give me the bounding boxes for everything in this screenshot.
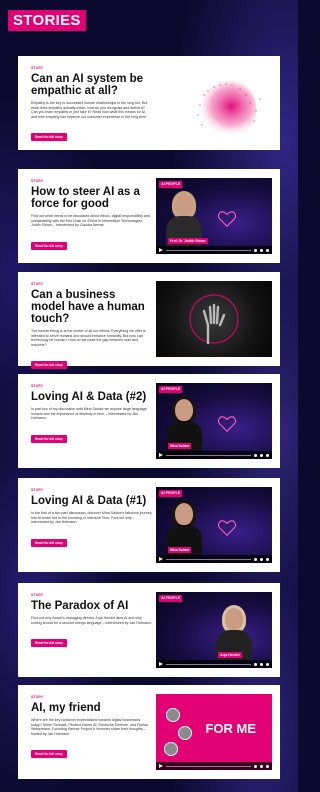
settings-icon[interactable]: [260, 764, 263, 768]
story-title[interactable]: Can an AI system be empathic at all?: [31, 73, 152, 97]
video-controls[interactable]: [156, 246, 272, 254]
story-card[interactable]: STORY Can an AI system be empathic at al…: [18, 56, 280, 150]
ai-people-badge: AI PEOPLE: [159, 595, 183, 602]
story-card[interactable]: STORY Loving AI & Data (#1) In the first…: [18, 478, 280, 572]
read-story-button[interactable]: Read the full story: [31, 241, 67, 250]
story-title[interactable]: Loving AI & Data (#2): [31, 391, 152, 403]
video-controls[interactable]: [156, 555, 272, 563]
play-icon[interactable]: [159, 248, 163, 252]
story-description: Find out why Bosch's managing director A…: [31, 616, 152, 625]
story-kicker: STORY: [31, 179, 44, 183]
story-kicker: STORY: [31, 593, 44, 597]
story-description: In the first of a two-part discussion, d…: [31, 511, 152, 525]
video-player[interactable]: AI PEOPLE Prof. Dr. Judith Simon: [156, 178, 272, 254]
read-story-button[interactable]: Read the full story: [31, 750, 67, 759]
video-controls[interactable]: [156, 451, 272, 459]
settings-icon[interactable]: [260, 453, 263, 457]
heart-icon: [218, 211, 236, 227]
volume-icon[interactable]: [254, 557, 257, 561]
read-story-button[interactable]: Read the full story: [31, 434, 67, 443]
video-player[interactable]: AI PEOPLE Mina Saidze: [156, 487, 272, 563]
play-icon[interactable]: [159, 453, 163, 457]
speaker-name-tag: Prof. Dr. Judith Simon: [168, 238, 208, 244]
story-kicker: STORY: [31, 384, 44, 388]
ai-people-badge: AI PEOPLE: [159, 490, 183, 497]
story-description: In part two of my discussion with Mina S…: [31, 407, 147, 421]
fullscreen-icon[interactable]: [266, 764, 269, 768]
progress-track[interactable]: [166, 249, 251, 251]
read-story-button[interactable]: Read the full story: [31, 639, 67, 648]
volume-icon[interactable]: [254, 248, 257, 252]
fullscreen-icon[interactable]: [266, 557, 269, 561]
video-title: FOR ME: [205, 721, 256, 736]
story-text: STORY How to steer AI as a force for goo…: [18, 169, 158, 263]
ai-people-badge: AI PEOPLE: [159, 181, 183, 188]
story-kicker: STORY: [31, 695, 44, 699]
video-player[interactable]: AI PEOPLE Mina Saidze: [156, 383, 272, 459]
story-title[interactable]: How to steer AI as a force for good: [31, 186, 152, 210]
story-kicker: STORY: [31, 66, 44, 70]
story-image[interactable]: [156, 281, 272, 357]
particle-face-icon: [193, 80, 261, 138]
video-controls[interactable]: [156, 762, 272, 770]
story-title[interactable]: AI, my friend: [31, 702, 152, 714]
story-text: STORY AI, my friend Where are the key cu…: [18, 685, 158, 779]
story-text: STORY Loving AI & Data (#2) In part two …: [18, 374, 158, 468]
story-image[interactable]: [156, 65, 272, 141]
read-story-button[interactable]: Read the full story: [31, 538, 67, 547]
hand-circle-icon: [189, 294, 239, 345]
story-text: STORY Loving AI & Data (#1) In the first…: [18, 478, 158, 572]
volume-icon[interactable]: [254, 453, 257, 457]
story-title[interactable]: The Paradox of AI: [31, 600, 152, 612]
play-icon[interactable]: [159, 662, 163, 666]
progress-track[interactable]: [166, 558, 251, 560]
story-text: STORY The Paradox of AI Find out why Bos…: [18, 583, 158, 677]
video-player[interactable]: AI PEOPLE Anja Hendel: [156, 592, 272, 668]
volume-icon[interactable]: [254, 764, 257, 768]
play-icon[interactable]: [159, 764, 163, 768]
video-controls[interactable]: [156, 660, 272, 668]
progress-track[interactable]: [166, 454, 251, 456]
ai-people-badge: AI PEOPLE: [159, 386, 183, 393]
heart-icon: [218, 416, 236, 432]
heart-icon: [218, 520, 236, 536]
speaker-name-tag: Mina Saidze: [168, 443, 192, 449]
speaker-name-tag: Mina Saidze: [168, 547, 192, 553]
fullscreen-icon[interactable]: [266, 453, 269, 457]
settings-icon[interactable]: [260, 662, 263, 666]
fullscreen-icon[interactable]: [266, 662, 269, 666]
settings-icon[interactable]: [260, 557, 263, 561]
progress-track[interactable]: [166, 663, 251, 665]
story-kicker: STORY: [31, 282, 44, 286]
page-title: STORIES: [8, 10, 86, 31]
guest-avatar: [178, 726, 192, 740]
settings-icon[interactable]: [260, 248, 263, 252]
volume-icon[interactable]: [254, 662, 257, 666]
story-card[interactable]: STORY How to steer AI as a force for goo…: [18, 169, 280, 263]
progress-track[interactable]: [166, 765, 251, 767]
story-card[interactable]: STORY Can a business model have a human …: [18, 272, 280, 370]
speaker-name-tag: Anja Hendel: [218, 652, 242, 658]
story-description: Where are the key customer expectations …: [31, 718, 148, 736]
fullscreen-icon[interactable]: [266, 248, 269, 252]
story-card[interactable]: STORY The Paradox of AI Find out why Bos…: [18, 583, 280, 677]
story-card[interactable]: STORY AI, my friend Where are the key cu…: [18, 685, 280, 779]
story-text: STORY Can an AI system be empathic at al…: [18, 56, 158, 150]
host-avatar: [166, 708, 180, 722]
story-text: STORY Can a business model have a human …: [18, 272, 158, 370]
read-story-button[interactable]: Read the full story: [31, 133, 67, 142]
video-player[interactable]: FOR ME: [156, 694, 272, 770]
story-description: The human being is at the center of all …: [31, 329, 146, 347]
story-description: Empathy is the key to successful human r…: [31, 101, 148, 119]
read-story-button[interactable]: Read the full story: [31, 361, 67, 370]
story-title[interactable]: Can a business model have a human touch?: [31, 289, 152, 325]
story-kicker: STORY: [31, 488, 44, 492]
story-title[interactable]: Loving AI & Data (#1): [31, 495, 152, 507]
play-icon[interactable]: [159, 557, 163, 561]
story-description: Find out what needs to be discussed abou…: [31, 214, 150, 228]
story-card[interactable]: STORY Loving AI & Data (#2) In part two …: [18, 374, 280, 468]
guest-avatar: [164, 742, 178, 756]
